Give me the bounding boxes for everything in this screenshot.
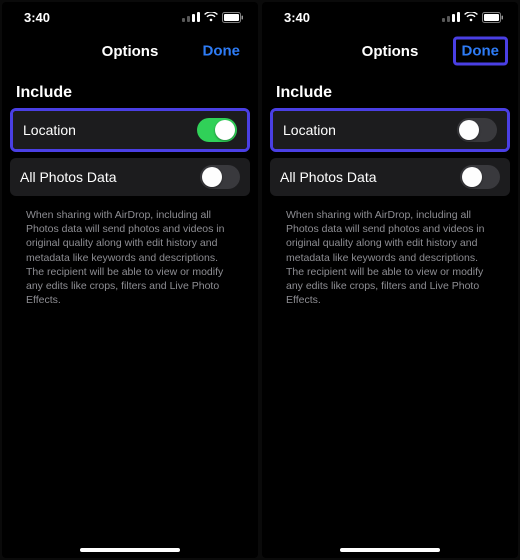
status-indicators [182, 12, 244, 23]
include-group: Location All Photos Data When sharing wi… [2, 108, 258, 307]
location-row[interactable]: Location [13, 111, 247, 149]
all-photos-row-wrap: All Photos Data [270, 158, 510, 196]
done-button[interactable]: Done [195, 38, 249, 65]
all-photos-toggle[interactable] [460, 165, 500, 189]
footer-description: When sharing with AirDrop, including all… [270, 202, 510, 307]
section-header-include: Include [2, 70, 258, 108]
wifi-icon [204, 12, 218, 22]
all-photos-toggle[interactable] [200, 165, 240, 189]
footer-description: When sharing with AirDrop, including all… [10, 202, 250, 307]
location-row-highlight: Location [270, 108, 510, 152]
status-bar: 3:40 [2, 2, 258, 32]
status-bar: 3:40 [262, 2, 518, 32]
location-row[interactable]: Location [273, 111, 507, 149]
battery-icon [222, 12, 244, 23]
phone-screen-right: 3:40 Options Done Include Location All P… [262, 2, 518, 558]
location-label: Location [283, 122, 336, 138]
all-photos-label: All Photos Data [20, 169, 117, 185]
nav-bar: Options Done [2, 32, 258, 70]
include-group: Location All Photos Data When sharing wi… [262, 108, 518, 307]
nav-bar: Options Done [262, 32, 518, 70]
all-photos-row[interactable]: All Photos Data [10, 158, 250, 196]
status-indicators [442, 12, 504, 23]
cellular-icon [442, 12, 460, 22]
nav-title: Options [362, 43, 419, 60]
battery-icon [482, 12, 504, 23]
status-time: 3:40 [284, 10, 310, 25]
all-photos-row-wrap: All Photos Data [10, 158, 250, 196]
nav-title: Options [102, 43, 159, 60]
home-indicator[interactable] [340, 548, 440, 552]
status-time: 3:40 [24, 10, 50, 25]
phone-screen-left: 3:40 Options Done Include Location All P… [2, 2, 258, 558]
all-photos-row[interactable]: All Photos Data [270, 158, 510, 196]
wifi-icon [464, 12, 478, 22]
done-button[interactable]: Done [453, 37, 509, 66]
section-header-include: Include [262, 70, 518, 108]
location-toggle[interactable] [457, 118, 497, 142]
location-label: Location [23, 122, 76, 138]
location-row-highlight: Location [10, 108, 250, 152]
home-indicator[interactable] [80, 548, 180, 552]
location-toggle[interactable] [197, 118, 237, 142]
cellular-icon [182, 12, 200, 22]
all-photos-label: All Photos Data [280, 169, 377, 185]
